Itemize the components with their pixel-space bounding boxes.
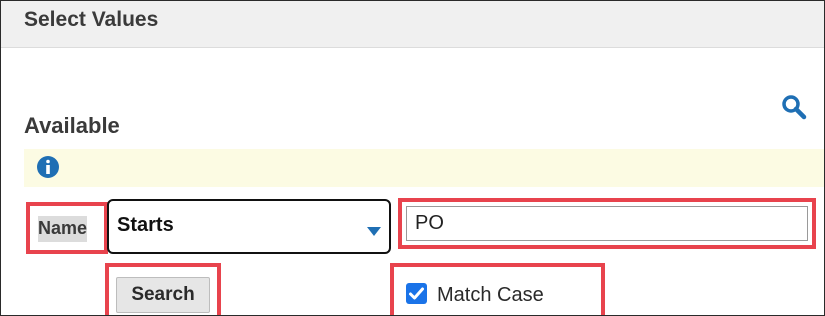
match-case-highlight: Match Case bbox=[390, 263, 605, 315]
available-heading: Available bbox=[24, 113, 120, 138]
caret-down-icon bbox=[367, 227, 381, 236]
search-value-highlight bbox=[398, 198, 816, 249]
search-button-highlight: Search bbox=[105, 263, 221, 315]
match-case-label: Match Case bbox=[437, 284, 544, 306]
select-values-dialog: Select Values Available Name Starts Sear… bbox=[0, 0, 825, 316]
dialog-header: Select Values bbox=[1, 1, 824, 48]
search-icon[interactable] bbox=[779, 92, 811, 124]
search-value-input[interactable] bbox=[406, 206, 808, 241]
match-case-checkbox[interactable] bbox=[406, 283, 427, 304]
info-message-bar bbox=[24, 149, 824, 187]
operator-selected-value: Starts bbox=[117, 214, 174, 236]
checkmark-icon bbox=[409, 287, 424, 300]
search-button[interactable]: Search bbox=[116, 277, 210, 313]
operator-select[interactable]: Starts bbox=[107, 199, 391, 254]
name-field-label: Name bbox=[38, 216, 88, 242]
info-icon bbox=[37, 156, 59, 178]
dialog-title: Select Values bbox=[24, 8, 159, 31]
name-field-highlight: Name bbox=[26, 202, 108, 254]
